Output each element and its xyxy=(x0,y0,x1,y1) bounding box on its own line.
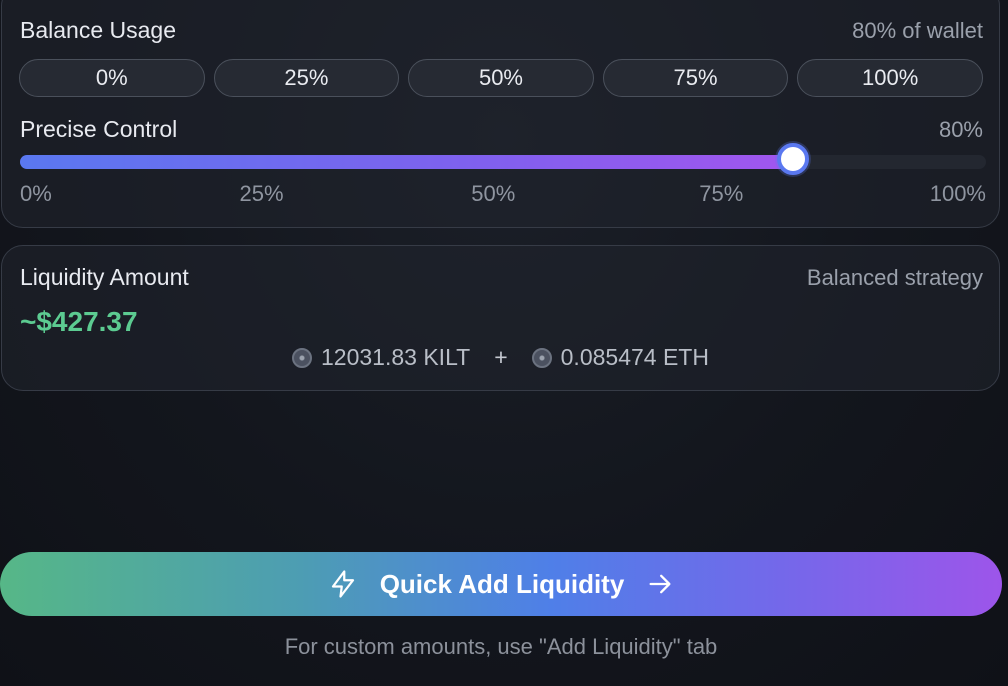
slider-tick-100: 100% xyxy=(929,181,986,206)
arrow-right-icon xyxy=(646,570,674,598)
balance-usage-title: Balance Usage xyxy=(20,17,176,43)
kilt-token-icon xyxy=(292,347,313,368)
slider-thumb[interactable] xyxy=(776,143,809,175)
liquidity-amount-title: Liquidity Amount xyxy=(20,264,189,290)
slider-tick-50: 50% xyxy=(471,181,516,206)
quick-add-liquidity-label: Quick Add Liquidity xyxy=(379,568,625,599)
percentage-buttons: 0% 25% 50% 75% 100% xyxy=(19,59,983,97)
token-eth-amount: 0.085474 ETH xyxy=(560,344,709,370)
percent-75-button[interactable]: 75% xyxy=(602,59,789,97)
strategy-label: Balanced strategy xyxy=(806,264,983,290)
precise-control-header: Precise Control 80% xyxy=(20,116,983,143)
token-kilt: 12031.83 KILT xyxy=(292,344,470,371)
precise-control-title: Precise Control xyxy=(20,116,178,142)
balance-usage-card: Balance Usage 80% of wallet 0% 25% 50% 7… xyxy=(1,0,1000,228)
slider-tick-75: 75% xyxy=(699,181,744,206)
liquidity-usd-amount: ~$427.37 xyxy=(20,306,138,337)
custom-amount-hint: For custom amounts, use "Add Liquidity" … xyxy=(284,634,718,659)
token-breakdown: 12031.83 KILT + 0.085474 ETH xyxy=(2,344,999,371)
liquidity-header: Liquidity Amount Balanced strategy xyxy=(20,264,983,291)
page: Balance Usage 80% of wallet 0% 25% 50% 7… xyxy=(0,0,1008,686)
precise-control-value: 80% xyxy=(938,116,983,142)
percentage-slider[interactable] xyxy=(20,143,986,175)
balance-usage-header: Balance Usage 80% of wallet xyxy=(20,17,983,44)
quick-add-liquidity-button[interactable]: Quick Add Liquidity xyxy=(0,552,1002,616)
plus-sign: + xyxy=(494,344,508,370)
slider-tick-0: 0% xyxy=(20,181,52,206)
percent-100-button[interactable]: 100% xyxy=(797,59,983,97)
percent-50-button[interactable]: 50% xyxy=(408,59,594,97)
wallet-percentage-label: 80% of wallet xyxy=(852,17,983,43)
slider-ticks: 0% 25% 50% 75% 100% xyxy=(20,181,986,207)
token-eth: 0.085474 ETH xyxy=(531,344,709,371)
eth-token-icon xyxy=(531,347,552,368)
liquidity-amount-card: Liquidity Amount Balanced strategy ~$427… xyxy=(1,245,1000,391)
lightning-icon xyxy=(328,569,358,599)
slider-tick-25: 25% xyxy=(239,181,284,206)
percent-25-button[interactable]: 25% xyxy=(213,59,400,97)
slider-fill xyxy=(20,155,793,169)
percent-0-button[interactable]: 0% xyxy=(19,59,205,97)
token-kilt-amount: 12031.83 KILT xyxy=(321,344,471,370)
